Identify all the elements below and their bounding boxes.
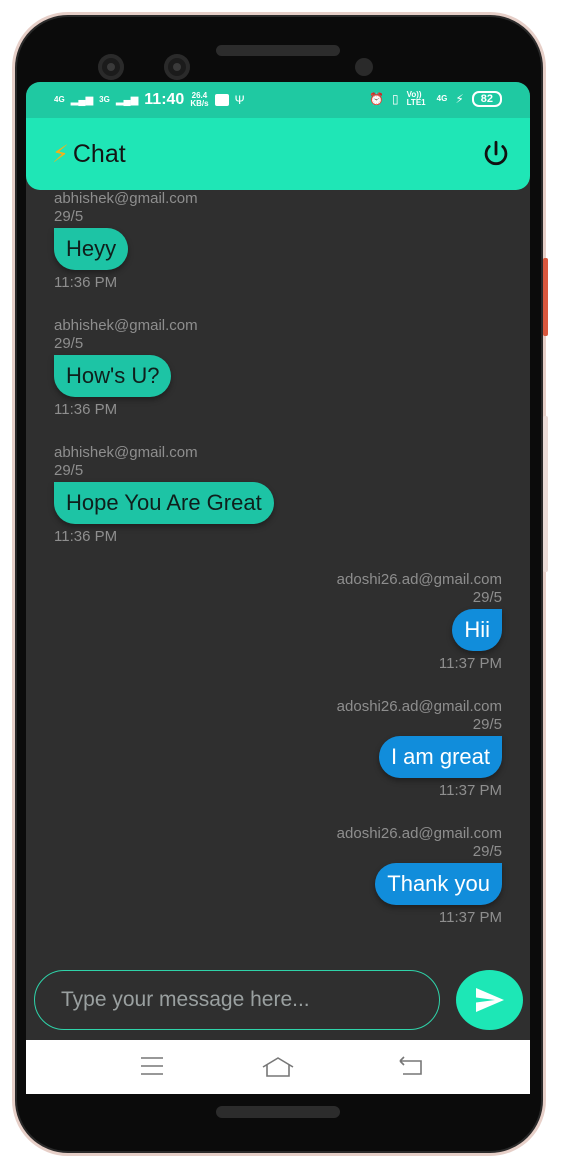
battery-indicator: 82 <box>471 91 502 107</box>
usb-icon: Ψ <box>234 93 245 107</box>
message-composer: Type your message here... <box>26 970 530 1040</box>
message-item: adoshi26.ad@gmail.com 29/5 Hii 11:37 PM <box>337 571 502 673</box>
power-side-button <box>543 258 548 336</box>
message-input[interactable]: Type your message here... <box>34 970 440 1030</box>
app-bar: ⚡ Chat <box>26 118 530 190</box>
message-sender: abhishek@gmail.com <box>54 444 198 461</box>
status-bar: 4G ▂▄▆ 3G ▂▄▆ 11:40 26.4 KB/s Ψ ⏰ ▯ Vo))… <box>26 82 530 118</box>
message-list: abhishek@gmail.com 29/5 Heyy 11:36 PM ab… <box>26 190 530 950</box>
message-bubble[interactable]: I am great <box>378 736 502 778</box>
power-icon[interactable] <box>482 140 510 168</box>
message-date: 29/5 <box>472 843 502 860</box>
title-text: Chat <box>72 140 126 168</box>
message-date: 29/5 <box>472 716 502 733</box>
message-time: 11:37 PM <box>438 655 502 672</box>
earpiece-speaker <box>216 45 340 56</box>
app-screen: 4G ▂▄▆ 3G ▂▄▆ 11:40 26.4 KB/s Ψ ⏰ ▯ Vo))… <box>26 82 530 1094</box>
message-item: adoshi26.ad@gmail.com 29/5 I am great 11… <box>337 698 502 800</box>
network-indicator: 4G <box>54 95 65 104</box>
message-time: 11:37 PM <box>438 909 502 926</box>
page-title: ⚡ Chat <box>52 140 126 169</box>
navigation-bar <box>26 1040 530 1094</box>
message-date: 29/5 <box>54 335 84 352</box>
message-sender: adoshi26.ad@gmail.com <box>336 571 502 588</box>
message-date: 29/5 <box>472 589 502 606</box>
bolt-icon: ⚡ <box>52 141 69 168</box>
speed-unit: KB/s <box>190 99 209 108</box>
signal-icon: ▂▄▆ <box>115 94 139 106</box>
bottom-speaker <box>216 1106 340 1118</box>
message-bubble[interactable]: Hii <box>452 609 502 651</box>
message-item: adoshi26.ad@gmail.com 29/5 Thank you 11:… <box>337 825 502 927</box>
network-indicator: 3G <box>99 95 110 104</box>
message-bubble[interactable]: Heyy <box>54 228 129 270</box>
message-item: abhishek@gmail.com 29/5 Heyy 11:36 PM <box>54 190 198 292</box>
front-camera-icon <box>164 54 190 80</box>
message-time: 11:36 PM <box>54 528 118 545</box>
notification-icon <box>214 94 229 106</box>
volume-side-button <box>543 416 548 572</box>
proximity-sensor <box>355 58 373 76</box>
message-sender: adoshi26.ad@gmail.com <box>336 698 502 715</box>
message-sender: abhishek@gmail.com <box>54 317 198 334</box>
message-bubble[interactable]: Hope You Are Great <box>54 482 274 524</box>
vibrate-icon: ▯ <box>392 92 399 106</box>
message-item: abhishek@gmail.com 29/5 Hope You Are Gre… <box>54 444 274 546</box>
message-item: abhishek@gmail.com 29/5 How's U? 11:36 P… <box>54 317 198 419</box>
send-icon <box>475 988 504 1012</box>
menu-icon[interactable] <box>140 1056 164 1076</box>
charging-icon: ⚡ <box>455 92 464 106</box>
back-icon[interactable] <box>397 1056 423 1076</box>
message-date: 29/5 <box>54 462 84 479</box>
network-indicator: 4G <box>436 94 448 103</box>
send-button[interactable] <box>456 970 523 1030</box>
volte-indicator: Vo)) LTE1 <box>406 90 426 107</box>
message-sender: abhishek@gmail.com <box>54 190 198 207</box>
signal-icon: ▂▄▆ <box>70 94 94 106</box>
message-sender: adoshi26.ad@gmail.com <box>336 825 502 842</box>
message-bubble[interactable]: Thank you <box>375 863 502 905</box>
message-time: 11:36 PM <box>54 401 118 418</box>
message-time: 11:37 PM <box>438 782 502 799</box>
message-time: 11:36 PM <box>54 274 118 291</box>
clock: 11:40 <box>144 91 185 108</box>
message-bubble[interactable]: How's U? <box>54 355 172 397</box>
front-camera-icon <box>98 54 124 80</box>
home-icon[interactable] <box>261 1056 295 1078</box>
message-date: 29/5 <box>54 208 84 225</box>
alarm-icon: ⏰ <box>369 92 385 106</box>
